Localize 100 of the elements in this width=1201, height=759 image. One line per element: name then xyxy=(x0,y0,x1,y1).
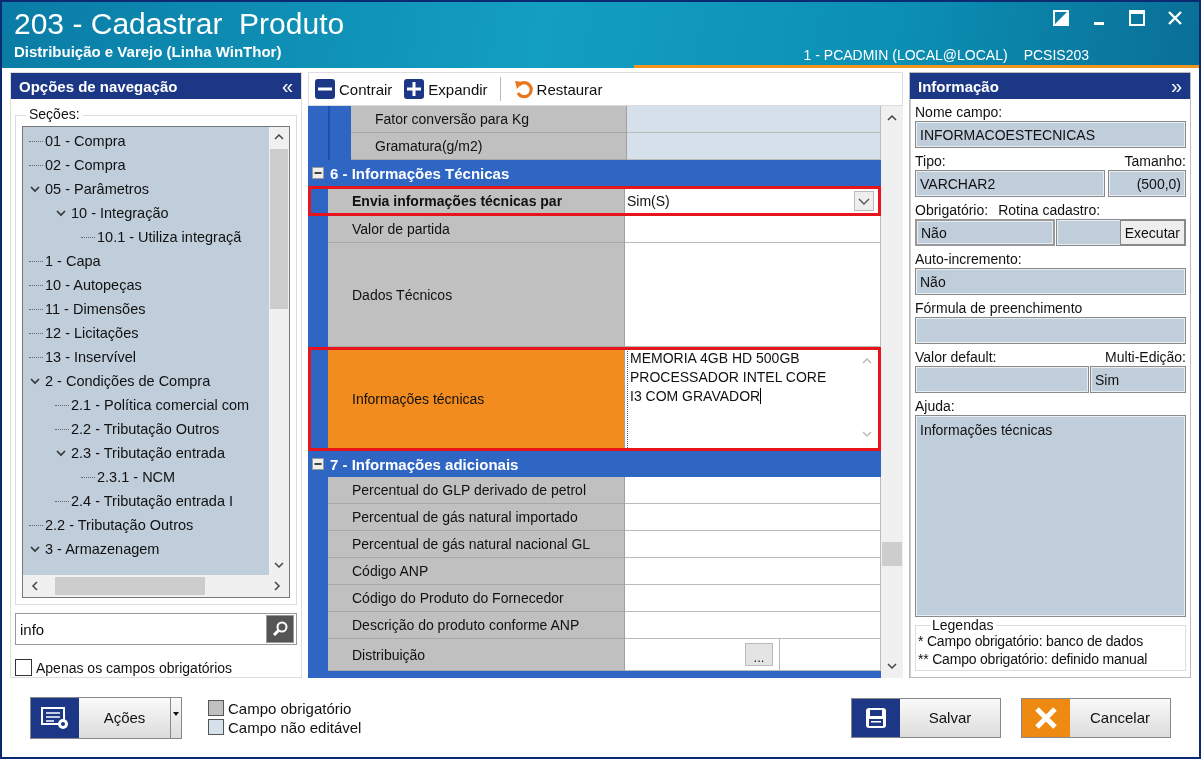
tree-item[interactable]: 10.1 - Utiliza integraçã xyxy=(97,229,242,245)
chevron-down-icon[interactable] xyxy=(29,543,41,555)
tree-item[interactable]: 10 - Autopeças xyxy=(45,277,142,293)
collapse-icon[interactable] xyxy=(312,167,324,179)
save-button[interactable]: Salvar xyxy=(851,697,1001,738)
search-button[interactable] xyxy=(266,615,294,643)
property-label[interactable]: Código do Produto do Fornecedor xyxy=(328,585,625,612)
chevron-down-icon[interactable] xyxy=(29,375,41,387)
collapse-button[interactable]: « xyxy=(281,76,293,96)
value-field[interactable] xyxy=(625,531,881,558)
tree-item[interactable]: 11 - Dimensões xyxy=(45,301,146,317)
field-label: Rotina cadastro: xyxy=(998,201,1101,219)
tree-item[interactable]: 1 - Capa xyxy=(45,253,101,269)
value-field[interactable] xyxy=(627,133,881,160)
tree-item[interactable]: 05 - Parâmetros xyxy=(45,181,149,197)
tree-item[interactable]: 2.4 - Tributação entrada I xyxy=(71,493,233,509)
value-field[interactable] xyxy=(625,504,881,531)
scroll-thumb[interactable] xyxy=(882,542,902,566)
routine-field[interactable]: Executar xyxy=(1056,219,1186,246)
value-field[interactable] xyxy=(625,558,881,585)
field-label: Fórmula de preenchimento xyxy=(915,299,1084,317)
tree-item[interactable]: 2.1 - Política comercial com xyxy=(71,397,250,413)
property-label[interactable]: Percentual do GLP derivado de petrol xyxy=(328,477,625,504)
property-label[interactable]: Código ANP xyxy=(328,558,625,585)
value-field[interactable] xyxy=(625,585,881,612)
tree-item[interactable]: 02 - Compra xyxy=(45,157,126,173)
value-field[interactable] xyxy=(625,612,881,639)
tree-item[interactable]: 13 - Inservível xyxy=(45,349,137,365)
toolbar-button[interactable]: Expandir xyxy=(404,79,488,99)
scroll-thumb[interactable] xyxy=(55,577,205,595)
property-label[interactable]: Descrição do produto conforme ANP xyxy=(328,612,625,639)
close-icon xyxy=(1034,705,1058,730)
panel-title: Informação xyxy=(918,77,999,95)
tree-item[interactable]: 2.2 - Tributação Outros xyxy=(71,421,220,437)
chevron-down-icon[interactable] xyxy=(55,447,67,459)
property-label[interactable]: Percentual de gás natural nacional GL xyxy=(328,531,625,558)
help-field: Informações técnicas xyxy=(915,415,1186,617)
chevron-down-icon[interactable] xyxy=(29,183,41,195)
list-gear-icon xyxy=(40,705,70,730)
dropdown-field[interactable]: Sim(S) xyxy=(625,186,881,216)
toolbar-button[interactable]: Restaurar xyxy=(512,79,603,99)
window-title: 203 - Cadastrar Produto xyxy=(14,6,345,42)
type-field: VARCHAR2 xyxy=(915,170,1105,197)
value-field[interactable] xyxy=(625,216,881,243)
collapse-icon[interactable] xyxy=(312,458,324,470)
property-label[interactable]: Gramatura(g/m2) xyxy=(351,133,627,160)
field-label: Ajuda: xyxy=(915,397,956,415)
property-label[interactable]: Envia informações técnicas par xyxy=(328,186,625,216)
checkbox[interactable] xyxy=(15,659,32,676)
dropdown-arrow-icon[interactable] xyxy=(172,709,180,718)
tree-item[interactable]: 01 - Compra xyxy=(45,133,126,149)
legend-label: Campo obrigatório xyxy=(228,699,352,717)
field-name-field: INFORMACOESTECNICAS xyxy=(915,121,1186,148)
close-icon[interactable] xyxy=(1167,10,1183,26)
scroll-right-icon[interactable] xyxy=(271,580,283,592)
scroll-down-icon[interactable] xyxy=(886,660,898,672)
expand-button[interactable]: » xyxy=(1170,76,1182,96)
routine-label: PCSIS203 xyxy=(1023,47,1089,63)
section-header[interactable]: 6 - Informações Técnicas xyxy=(308,160,881,186)
section-header[interactable]: 7 - Informações adicionais xyxy=(308,451,881,477)
multi-edit-field: Sim xyxy=(1090,366,1186,393)
window-subtitle: Distribuição e Varejo (Linha WinThor) xyxy=(14,42,283,62)
field-label: Tamanho: xyxy=(1124,152,1186,170)
tree-item[interactable]: 2 - Condições de Compra xyxy=(45,373,211,389)
tree-item[interactable]: 2.2 - Tributação Outros xyxy=(45,517,194,533)
property-label[interactable]: Valor de partida xyxy=(328,216,625,243)
value-field[interactable] xyxy=(625,477,881,504)
toolbar-button[interactable]: Contrair xyxy=(315,79,393,99)
cancel-button[interactable]: Cancelar xyxy=(1021,697,1171,738)
scroll-down-icon[interactable] xyxy=(273,559,285,571)
property-label[interactable]: Distribuição xyxy=(328,639,625,671)
tree-item[interactable]: 10 - Integração xyxy=(71,205,169,221)
snap-icon[interactable] xyxy=(1053,10,1069,26)
field-label: Nome campo: xyxy=(915,103,1004,121)
value-field[interactable] xyxy=(627,106,881,133)
size-field: (500,0) xyxy=(1108,170,1186,197)
property-label[interactable]: Percentual de gás natural importado xyxy=(328,504,625,531)
browse-button[interactable]: ... xyxy=(745,643,773,666)
search-field[interactable]: info xyxy=(15,613,297,645)
tree-item[interactable]: 3 - Armazenagem xyxy=(45,541,160,557)
maximize-icon[interactable] xyxy=(1129,10,1145,26)
chevron-down-icon[interactable] xyxy=(55,207,67,219)
tree-item[interactable]: 2.3.1 - NCM xyxy=(97,469,176,485)
property-label[interactable]: Fator conversão para Kg xyxy=(351,106,627,133)
actions-button[interactable]: Ações xyxy=(30,696,182,739)
group-title: Legendas xyxy=(930,618,996,632)
minus-icon xyxy=(315,79,335,99)
tree-item[interactable]: 12 - Licitações xyxy=(45,325,139,341)
property-label[interactable]: Informações técnicas xyxy=(328,347,625,451)
tree-item[interactable]: 2.3 - Tributação entrada xyxy=(71,445,225,461)
property-label[interactable]: Dados Técnicos xyxy=(328,243,625,347)
plus-icon xyxy=(404,79,425,99)
scroll-thumb[interactable] xyxy=(270,149,288,309)
group-title: Seções: xyxy=(26,106,83,122)
memo-field[interactable] xyxy=(625,243,881,347)
field-label: Valor default: xyxy=(915,348,997,366)
field-label: Obrigatório: xyxy=(915,201,989,219)
execute-button[interactable]: Executar xyxy=(1119,220,1185,245)
legend-text: ** Campo obrigatório: definido manual xyxy=(918,650,1149,668)
scroll-left-icon[interactable] xyxy=(29,580,41,592)
